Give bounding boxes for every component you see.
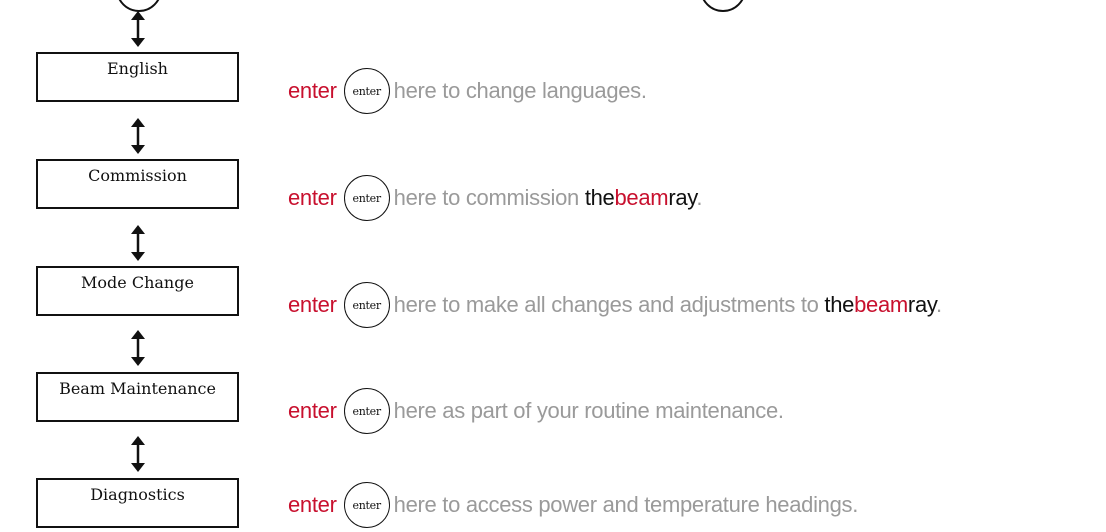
instruction-text: here as part of your routine maintenance…: [393, 398, 784, 423]
brand-ray: ray: [668, 185, 697, 210]
enter-word: enter: [288, 78, 337, 103]
enter-key-icon: enter: [343, 68, 390, 114]
top-button-circle-right: [700, 0, 746, 12]
double-arrow-icon: [131, 11, 145, 47]
menu-item-english[interactable]: English: [36, 52, 239, 102]
instruction-commission: enter enter here to commission thebeamra…: [288, 171, 702, 225]
enter-word: enter: [288, 492, 337, 517]
enter-key-icon: enter: [343, 482, 390, 528]
instruction-text: here to access power and temperature hea…: [393, 492, 859, 517]
brand-beam: beam: [614, 185, 669, 210]
menu-item-commission[interactable]: Commission: [36, 159, 239, 209]
brand-ray: ray: [907, 292, 936, 317]
brand-the: the: [584, 185, 615, 210]
enter-word: enter: [288, 292, 337, 317]
instruction-beam-maintenance: enter enter here as part of your routine…: [288, 384, 784, 438]
double-arrow-icon: [131, 436, 145, 472]
instruction-text: here to commission thebeamray.: [393, 185, 703, 210]
enter-word: enter: [288, 398, 337, 423]
enter-key-icon: enter: [343, 282, 390, 328]
double-arrow-icon: [131, 118, 145, 154]
brand-beam: beam: [854, 292, 908, 317]
menu-item-diagnostics[interactable]: Diagnostics: [36, 478, 239, 528]
enter-key-icon: enter: [343, 388, 390, 434]
brand-the: the: [824, 292, 855, 317]
menu-item-mode-change[interactable]: Mode Change: [36, 266, 239, 316]
double-arrow-icon: [131, 225, 145, 261]
enter-key-icon: enter: [343, 175, 390, 221]
menu-item-beam-maintenance[interactable]: Beam Maintenance: [36, 372, 239, 422]
double-arrow-icon: [131, 330, 145, 366]
enter-word: enter: [288, 185, 337, 210]
instruction-diagnostics: enter enter here to access power and tem…: [288, 478, 858, 532]
instruction-text: here to change languages.: [393, 78, 647, 103]
instruction-english: enter enter here to change languages.: [288, 64, 647, 118]
instruction-mode-change: enter enter here to make all changes and…: [288, 278, 942, 332]
instruction-text: here to make all changes and adjustments…: [393, 292, 942, 317]
